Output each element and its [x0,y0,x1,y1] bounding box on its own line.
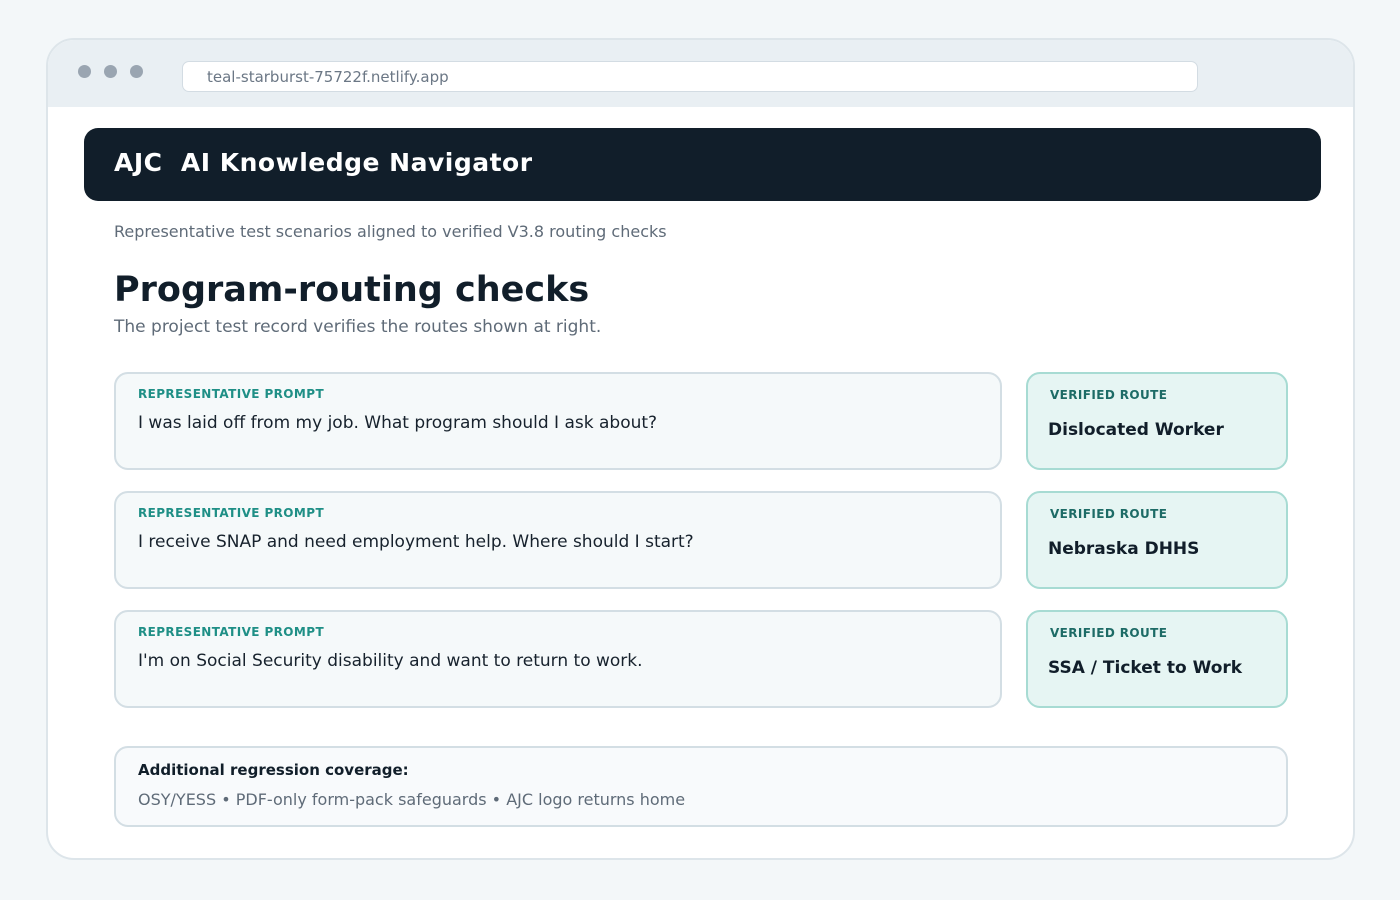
browser-toolbar: teal-starburst-75722f.netlify.app [48,40,1353,107]
browser-window: teal-starburst-75722f.netlify.app AJC AI… [46,38,1355,860]
route-card: VERIFIED ROUTE SSA / Ticket to Work [1026,610,1288,708]
route-card: VERIFIED ROUTE Dislocated Worker [1026,372,1288,470]
section-description: The project test record verifies the rou… [114,317,602,337]
window-close-dot[interactable] [78,65,91,78]
prompt-text: I receive SNAP and need employment help.… [138,532,694,552]
regression-coverage-card: Additional regression coverage: OSY/YESS… [114,746,1288,827]
prompt-text: I'm on Social Security disability and wa… [138,651,643,671]
prompt-card: REPRESENTATIVE PROMPT I'm on Social Secu… [114,610,1002,708]
route-label: VERIFIED ROUTE [1050,388,1168,402]
section-title: Program-routing checks [114,270,590,310]
prompt-card: REPRESENTATIVE PROMPT I receive SNAP and… [114,491,1002,589]
address-bar[interactable]: teal-starburst-75722f.netlify.app [182,61,1198,92]
route-label: VERIFIED ROUTE [1050,626,1168,640]
prompt-label: REPRESENTATIVE PROMPT [138,506,325,520]
route-name: Dislocated Worker [1048,420,1224,440]
prompt-card: REPRESENTATIVE PROMPT I was laid off fro… [114,372,1002,470]
window-minimize-dot[interactable] [104,65,117,78]
route-card: VERIFIED ROUTE Nebraska DHHS [1026,491,1288,589]
coverage-items: OSY/YESS • PDF-only form-pack safeguards… [138,790,686,809]
brand-logo-link[interactable]: AJC AI Knowledge Navigator [114,148,533,177]
prompt-text: I was laid off from my job. What program… [138,413,658,433]
prompt-label: REPRESENTATIVE PROMPT [138,387,325,401]
page-subtitle: Representative test scenarios aligned to… [114,222,667,241]
route-label: VERIFIED ROUTE [1050,507,1168,521]
route-name: Nebraska DHHS [1048,539,1200,559]
route-name: SSA / Ticket to Work [1048,658,1243,678]
prompt-label: REPRESENTATIVE PROMPT [138,625,325,639]
app-header: AJC AI Knowledge Navigator [84,128,1321,201]
coverage-title: Additional regression coverage: [138,761,409,779]
window-maximize-dot[interactable] [130,65,143,78]
